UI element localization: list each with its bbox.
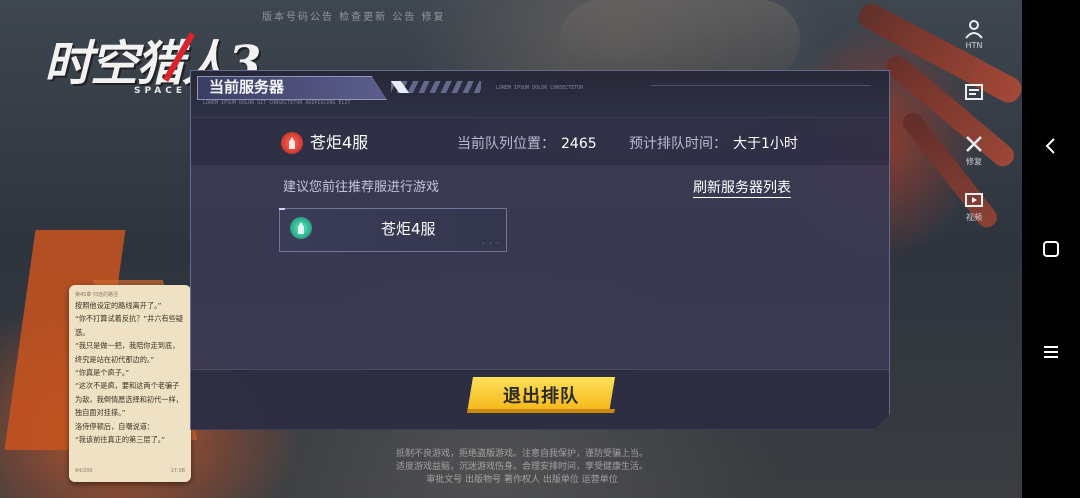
book-paragraph: “我该前往真正的第三层了。” bbox=[75, 435, 166, 445]
menu-lines-icon bbox=[1044, 346, 1058, 358]
exit-button-shadow bbox=[467, 409, 615, 413]
side-icon-label: 视频 bbox=[966, 213, 982, 222]
home-button[interactable] bbox=[1036, 234, 1066, 264]
queue-position-label: 当前队列位置： bbox=[457, 136, 555, 152]
logo-subtitle: SPACE bbox=[134, 86, 186, 96]
top-notice-strip: 版本号码公告 检查更新 公告 修复 bbox=[262, 12, 446, 23]
recommended-server-button[interactable]: 苍炬4服 · · · bbox=[279, 208, 507, 252]
header-divider bbox=[651, 85, 871, 86]
dialog-header: 当前服务器 LOREM IPSUM DOLOR SIT CONSECTETUR … bbox=[191, 71, 889, 118]
recommend-hint: 建议您前往推荐服进行游戏 bbox=[283, 180, 440, 195]
legal-line: 抵制不良游戏，拒绝盗版游戏。注意自我保护，谨防受骗上当。 bbox=[395, 449, 648, 459]
server-queue-dialog: 当前服务器 LOREM IPSUM DOLOR SIT CONSECTETUR … bbox=[190, 70, 890, 430]
mech-silhouette bbox=[560, 0, 800, 80]
server-status-icon-red bbox=[281, 132, 303, 154]
header-meta-text: LOREM IPSUM DOLOR CONSECTETUR bbox=[496, 85, 584, 91]
book-paragraph: “这次不是疯，要和这两个老骗子为敌，我倒情愿选择和初代一样，独自面对挂搽。” bbox=[75, 381, 183, 418]
side-icon-label: HTN bbox=[965, 41, 983, 50]
legal-footer: 抵制不良游戏，拒绝盗版游戏。注意自我保护，谨防受骗上当。 适度游戏益脑，沉迷游戏… bbox=[262, 448, 782, 487]
book-paragraph: “你不打算试着反抗？”井六有些疑惑。 bbox=[75, 314, 184, 337]
wait-time-label: 预计排队时间： bbox=[629, 136, 727, 152]
book-chapter-header: 第45章 归途的路径 bbox=[75, 292, 118, 298]
side-icon-label: 修复 bbox=[966, 157, 982, 166]
recommended-server-name: 苍炬4服 bbox=[381, 220, 436, 238]
system-nav-bar bbox=[1022, 0, 1080, 498]
user-icon bbox=[965, 20, 983, 39]
book-footer: 64/200 17:08 bbox=[75, 465, 185, 478]
book-paragraph: “我只是做一把，我陪你走到底，终究是站在初代那边的。” bbox=[75, 341, 180, 364]
refresh-server-list-link[interactable]: 刷新服务器列表 bbox=[693, 179, 791, 198]
notice-icon bbox=[965, 83, 983, 100]
decorative-dots: · · · bbox=[482, 239, 500, 248]
repair-button[interactable]: 修复 bbox=[954, 130, 994, 170]
back-button[interactable] bbox=[1036, 131, 1066, 161]
user-center-button[interactable]: HTN bbox=[954, 14, 994, 54]
recents-button[interactable] bbox=[1036, 337, 1066, 367]
queue-position-value: 2465 bbox=[561, 136, 597, 152]
wait-time-value: 大于1小时 bbox=[733, 136, 798, 152]
legal-line: 适度游戏益脑，沉迷游戏伤身。合理安排时间，享受健康生活。 bbox=[395, 462, 648, 472]
server-icon bbox=[294, 221, 308, 235]
current-server-name: 苍炬4服 bbox=[310, 133, 369, 152]
novel-reader-overlay[interactable]: 第45章 归途的路径 按照他设定的路线离开了。” “你不打算试着反抗？”井六有些… bbox=[69, 285, 191, 482]
book-paragraph: 按照他设定的路线离开了。” bbox=[75, 301, 162, 310]
video-icon bbox=[965, 193, 983, 207]
book-page-progress: 64/200 bbox=[75, 467, 93, 474]
notice-button[interactable] bbox=[954, 72, 994, 112]
dialog-title: 当前服务器 bbox=[209, 78, 285, 96]
book-paragraph: “你真是个疯子。” bbox=[75, 368, 130, 378]
legal-line: 审批文号 出版物号 著作权人 出版单位 运营单位 bbox=[426, 475, 618, 485]
video-button[interactable]: 视频 bbox=[954, 186, 994, 226]
book-paragraph: 洛侍停顿后，自嘲说道： bbox=[75, 421, 155, 431]
home-square-icon bbox=[1043, 241, 1059, 257]
back-chevron-icon bbox=[1045, 138, 1055, 154]
exit-queue-button[interactable]: 退出排队 bbox=[467, 377, 615, 413]
header-meta-text: LOREM IPSUM DOLOR SIT CONSECTETUR ADIPIS… bbox=[203, 100, 351, 106]
corner-accent bbox=[279, 208, 285, 210]
server-status-icon-green bbox=[290, 217, 312, 239]
server-icon bbox=[285, 136, 299, 150]
tools-icon bbox=[966, 136, 982, 152]
book-time: 17:08 bbox=[170, 467, 185, 474]
